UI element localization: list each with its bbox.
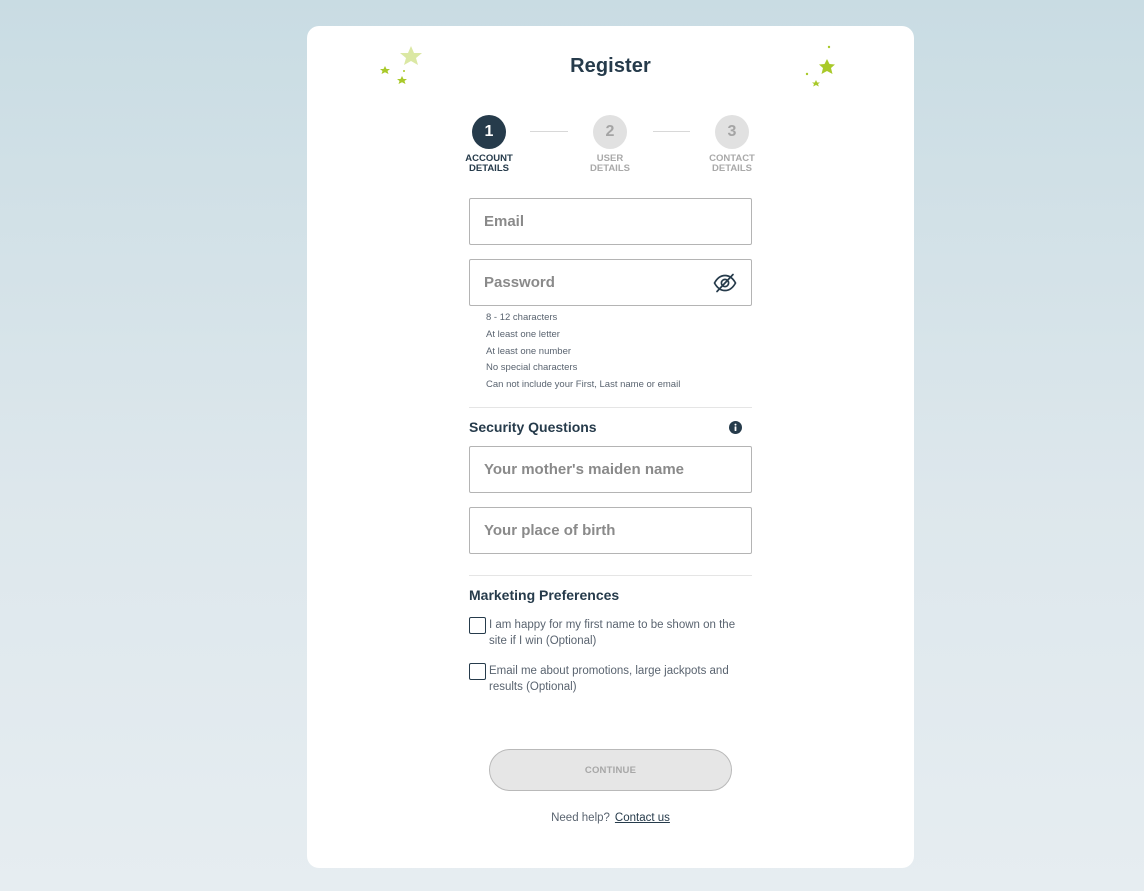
step-number: 3 bbox=[715, 115, 749, 149]
help-line: Need help? Contact us bbox=[307, 812, 914, 824]
step-connector bbox=[653, 131, 690, 132]
continue-button[interactable]: CONTINUE bbox=[489, 749, 732, 791]
birthplace-field-container bbox=[469, 507, 752, 554]
birthplace-field[interactable] bbox=[470, 508, 751, 553]
email-field-container bbox=[469, 198, 752, 245]
info-icon[interactable] bbox=[729, 421, 742, 434]
step-contact-details: 3 CONTACT DETAILS bbox=[692, 115, 772, 174]
section-divider bbox=[469, 575, 752, 576]
password-rule: 8 - 12 characters bbox=[486, 312, 558, 323]
step-label: ACCOUNT DETAILS bbox=[465, 153, 513, 174]
security-questions-title: Security Questions bbox=[469, 419, 597, 435]
step-user-details: 2 USER DETAILS bbox=[570, 115, 650, 174]
email-field[interactable] bbox=[470, 199, 751, 244]
step-number: 2 bbox=[593, 115, 627, 149]
password-rule: At least one letter bbox=[486, 328, 560, 340]
marketing-option-email-promotions: Email me about promotions, large jackpot… bbox=[469, 663, 752, 697]
register-card: Register 1 ACCOUNT DETAILS 2 USER DETAIL… bbox=[307, 26, 914, 868]
checkbox-label[interactable]: I am happy for my first name to be shown… bbox=[489, 617, 749, 649]
step-number: 1 bbox=[472, 115, 506, 149]
password-rule: No special characters bbox=[486, 362, 578, 374]
eye-slash-icon[interactable] bbox=[713, 273, 737, 293]
password-rule: Can not include your First, Last name or… bbox=[486, 379, 681, 391]
maiden-name-field-container bbox=[469, 446, 752, 493]
stars-decoration-icon bbox=[805, 45, 835, 87]
marketing-option-name-shown: I am happy for my first name to be shown… bbox=[469, 617, 752, 651]
step-connector bbox=[530, 131, 568, 132]
password-field-container bbox=[469, 259, 752, 306]
section-divider bbox=[469, 407, 752, 408]
step-label: CONTACT DETAILS bbox=[709, 153, 755, 174]
email-promotions-checkbox[interactable] bbox=[469, 663, 486, 680]
password-requirements: 8 - 12 characters At least one letter At… bbox=[486, 311, 680, 395]
maiden-name-field[interactable] bbox=[470, 447, 751, 492]
contact-us-link[interactable]: Contact us bbox=[615, 812, 670, 824]
step-account-details: 1 ACCOUNT DETAILS bbox=[449, 115, 529, 174]
password-rule: At least one number bbox=[486, 345, 572, 357]
help-text: Need help? bbox=[551, 812, 610, 824]
first-name-consent-checkbox[interactable] bbox=[469, 617, 486, 634]
step-label: USER DETAILS bbox=[590, 153, 630, 174]
password-field[interactable] bbox=[470, 260, 751, 305]
marketing-preferences-title: Marketing Preferences bbox=[469, 587, 620, 603]
checkbox-label[interactable]: Email me about promotions, large jackpot… bbox=[489, 663, 749, 695]
